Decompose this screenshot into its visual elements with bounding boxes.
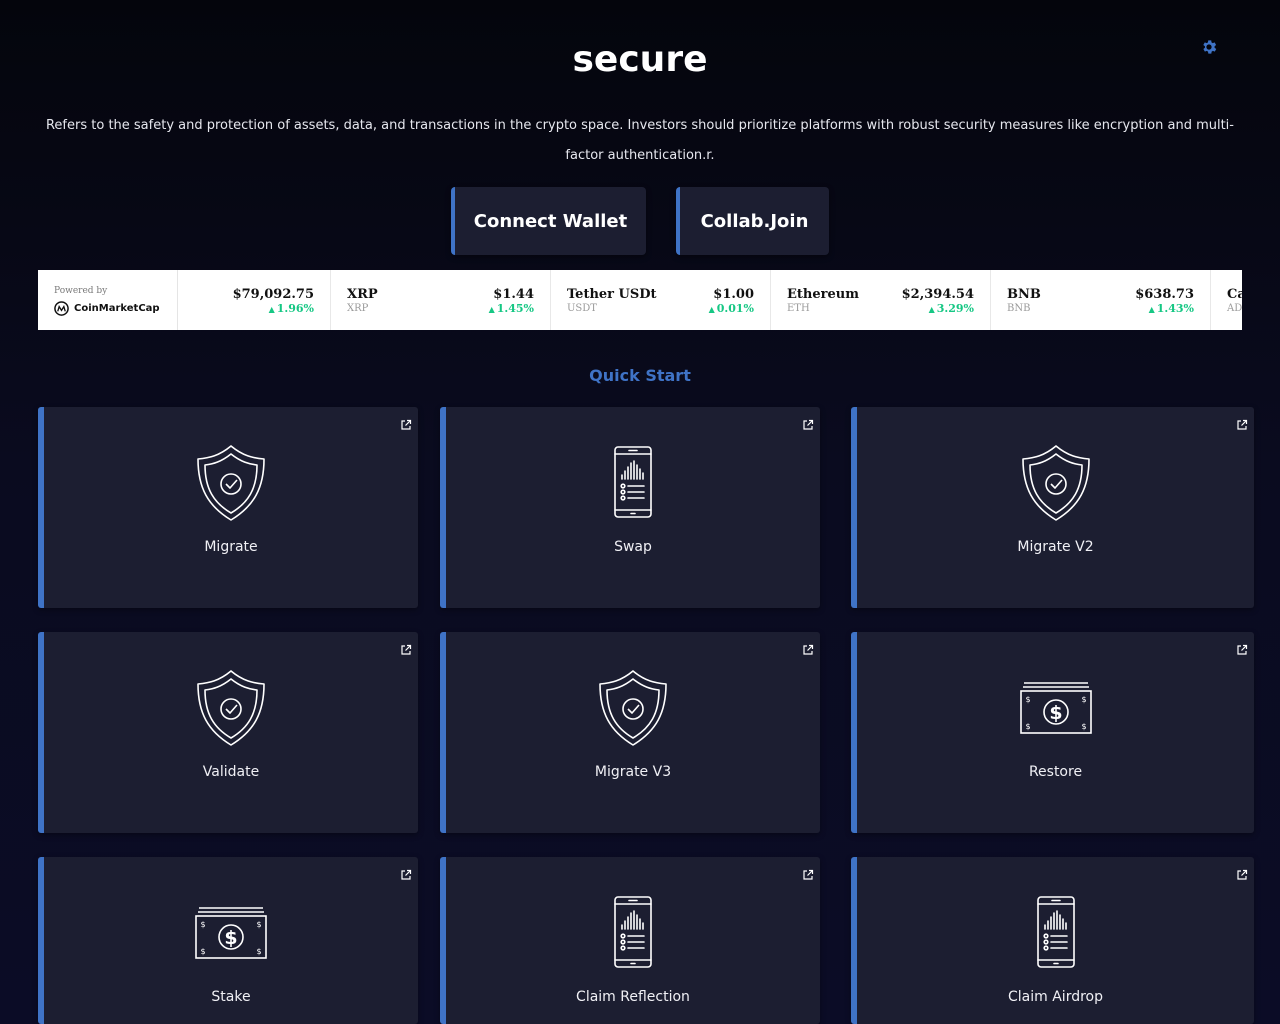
page-description: Refers to the safety and protection of a… <box>45 118 1234 163</box>
mobile-chart-icon <box>1016 892 1096 972</box>
svg-text:$: $ <box>200 920 205 929</box>
quick-start-card-validate[interactable]: Validate <box>38 632 418 833</box>
ticker-name: Ethereum <box>787 287 859 302</box>
external-link-icon <box>802 866 814 880</box>
connect-wallet-button[interactable]: Connect Wallet <box>451 187 646 255</box>
ticker-item[interactable]: XRP XRP $1.44 ▲ 1.45% <box>331 270 551 330</box>
ticker-name: BNB <box>1007 287 1041 302</box>
external-link-icon <box>1236 641 1248 655</box>
banknote-icon: $ $ $ $ $ <box>191 892 271 972</box>
ticker-symbol: XRP <box>347 303 369 314</box>
quick-start-card-migrate[interactable]: Migrate <box>38 407 418 608</box>
svg-text:$: $ <box>1049 702 1062 724</box>
ticker-brand[interactable]: Powered by CoinMarketCap <box>38 270 178 330</box>
powered-by-label: Powered by <box>54 286 108 296</box>
ticker-item[interactable]: $79,092.75 ▲ 1.96% <box>178 270 331 330</box>
ticker-price: $1.00 <box>713 287 754 302</box>
mobile-chart-icon <box>593 442 673 522</box>
quick-start-card-restore[interactable]: $ $ $ $ $ Restore <box>851 632 1254 833</box>
gear-icon[interactable] <box>1200 38 1218 56</box>
up-triangle-icon: ▲ <box>268 304 275 314</box>
card-label: Restore <box>1028 764 1083 780</box>
quick-start-card-swap[interactable]: Swap <box>440 407 820 608</box>
svg-text:$: $ <box>256 947 261 956</box>
external-link-icon <box>1236 416 1248 430</box>
quick-start-heading: Quick Start <box>589 366 691 385</box>
ticker-change: ▲ 1.43% <box>1148 302 1194 315</box>
ticker-price: $2,394.54 <box>901 287 974 302</box>
svg-text:$: $ <box>1081 695 1086 704</box>
up-triangle-icon: ▲ <box>928 304 935 314</box>
quick-start-card-claim-reflection[interactable]: Claim Reflection <box>440 857 820 1024</box>
shield-check-icon <box>191 442 271 522</box>
ticker-change: ▲ 0.01% <box>708 302 754 315</box>
external-link-icon <box>802 416 814 430</box>
quick-start-card-migrate-v3[interactable]: Migrate V3 <box>440 632 820 833</box>
ticker-item[interactable]: Ethereum ETH $2,394.54 ▲ 3.29% <box>771 270 991 330</box>
svg-text:$: $ <box>200 947 205 956</box>
card-label: Migrate V3 <box>594 764 672 780</box>
shield-check-icon <box>1016 442 1096 522</box>
svg-text:$: $ <box>1025 695 1030 704</box>
up-triangle-icon: ▲ <box>488 304 495 314</box>
external-link-icon <box>400 416 412 430</box>
ticker-name: Tether USDt <box>567 287 657 302</box>
card-label: Migrate <box>204 539 258 555</box>
card-label: Validate <box>202 764 260 780</box>
ticker-item[interactable]: Ca AD <box>1211 270 1242 330</box>
card-label: Stake <box>211 989 251 1005</box>
external-link-icon <box>1236 866 1248 880</box>
ticker-price: $1.44 <box>493 287 534 302</box>
ticker-price: $79,092.75 <box>232 287 314 302</box>
quick-start-card-claim-airdrop[interactable]: Claim Airdrop <box>851 857 1254 1024</box>
shield-check-icon <box>191 667 271 747</box>
up-triangle-icon: ▲ <box>1148 304 1155 314</box>
ticker-item[interactable]: Tether USDt USDT $1.00 ▲ 0.01% <box>551 270 771 330</box>
ticker-price: $638.73 <box>1135 287 1194 302</box>
ticker-symbol: ETH <box>787 303 810 314</box>
ticker-symbol: BNB <box>1007 303 1031 314</box>
svg-text:$: $ <box>1025 722 1030 731</box>
ticker-change: ▲ 1.96% <box>268 302 314 315</box>
card-label: Claim Reflection <box>576 989 690 1005</box>
svg-text:$: $ <box>1081 722 1086 731</box>
ticker-name: XRP <box>347 287 378 302</box>
ticker-symbol: USDT <box>567 303 597 314</box>
external-link-icon <box>400 866 412 880</box>
quick-start-card-migrate-v2[interactable]: Migrate V2 <box>851 407 1254 608</box>
shield-check-icon <box>593 667 673 747</box>
card-label: Claim Airdrop <box>1008 989 1103 1005</box>
mobile-chart-icon <box>593 892 673 972</box>
card-label: Swap <box>614 539 652 555</box>
banknote-icon: $ $ $ $ $ <box>1016 667 1096 747</box>
card-label: Migrate V2 <box>1017 539 1094 555</box>
svg-text:$: $ <box>224 927 237 949</box>
ticker-name: Ca <box>1227 287 1242 302</box>
svg-text:$: $ <box>256 920 261 929</box>
price-ticker-widget: Powered by CoinMarketCap $79,092.75 ▲ 1.9… <box>38 270 1242 330</box>
up-triangle-icon: ▲ <box>708 304 715 314</box>
coinmarketcap-logo-icon <box>54 301 69 316</box>
brand-name: CoinMarketCap <box>74 303 160 314</box>
ticker-change: ▲ 1.45% <box>488 302 534 315</box>
quick-start-card-stake[interactable]: $ $ $ $ $ Stake <box>38 857 418 1024</box>
ticker-item[interactable]: BNB BNB $638.73 ▲ 1.43% <box>991 270 1211 330</box>
ticker-change: ▲ 3.29% <box>928 302 974 315</box>
ticker-symbol: AD <box>1227 303 1242 314</box>
external-link-icon <box>802 641 814 655</box>
page-title: secure <box>572 39 708 80</box>
collab-join-button[interactable]: Collab.Join <box>676 187 829 255</box>
external-link-icon <box>400 641 412 655</box>
